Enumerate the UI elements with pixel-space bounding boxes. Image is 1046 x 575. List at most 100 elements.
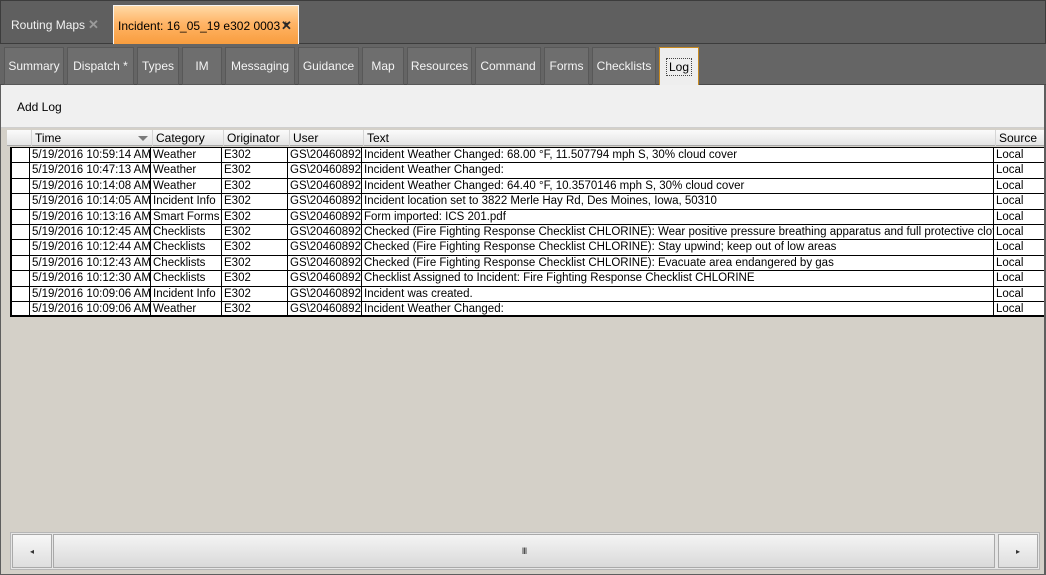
cell-time: 5/19/2016 10:13:16 AM: [29, 209, 150, 224]
tab-map[interactable]: Map: [362, 47, 404, 85]
tab-routing-maps[interactable]: Routing Maps ✕: [2, 6, 110, 44]
table-row[interactable]: 5/19/2016 10:12:30 AM Checklists E302 GS…: [12, 271, 1044, 287]
cell-time: 5/19/2016 10:47:13 AM: [29, 163, 150, 178]
column-header-originator[interactable]: Originator: [223, 130, 289, 146]
table-row[interactable]: 5/19/2016 10:14:08 AM Weather E302 GS\20…: [12, 178, 1044, 195]
cell-time: 5/19/2016 10:12:44 AM: [29, 240, 150, 255]
sort-descending-icon: [138, 136, 148, 141]
cell-user: GS\20460892: [287, 286, 361, 301]
cell-originator: E302: [221, 240, 287, 255]
table-row[interactable]: 5/19/2016 10:09:06 AM Weather E302 GS\20…: [12, 301, 1044, 318]
add-log-button[interactable]: Add Log: [17, 100, 62, 114]
cell-originator: E302: [221, 178, 287, 194]
grid-header: Time Category Originator User Text Sourc…: [7, 130, 1044, 146]
table-row[interactable]: 5/19/2016 10:12:44 AM Checklists E302 GS…: [12, 240, 1044, 256]
cell-text: Incident Weather Changed:: [361, 163, 993, 178]
cell-text: Checked (Fire Fighting Response Checklis…: [361, 224, 993, 240]
tab-label: Messaging: [230, 59, 290, 73]
cell-time: 5/19/2016 10:12:43 AM: [29, 255, 150, 271]
cell-text: Checked (Fire Fighting Response Checklis…: [361, 255, 993, 271]
tab-label: Forms: [549, 59, 584, 73]
tab-guidance[interactable]: Guidance: [298, 47, 359, 85]
tab-summary[interactable]: Summary: [4, 47, 64, 85]
close-icon[interactable]: ✕: [281, 18, 292, 34]
document-tab-bar: Routing Maps ✕ Incident: 16_05_19 e302 0…: [0, 0, 1046, 45]
cell-source: Local: [993, 286, 1044, 301]
scrollbar-thumb[interactable]: III: [53, 534, 995, 568]
cell-source: Local: [993, 148, 1044, 163]
cell-category: Weather: [150, 178, 221, 194]
table-row[interactable]: 5/19/2016 10:12:43 AM Checklists E302 GS…: [12, 255, 1044, 272]
tab-resources[interactable]: Resources: [407, 47, 472, 85]
cell-source: Local: [993, 255, 1044, 271]
cell-text: Checklist Assigned to Incident: Fire Fig…: [361, 271, 993, 286]
column-header-time[interactable]: Time: [31, 130, 152, 146]
tab-forms[interactable]: Forms: [544, 47, 589, 85]
cell-text: Incident location set to 3822 Merle Hay …: [361, 194, 993, 209]
cell-source: Local: [993, 271, 1044, 286]
cell-user: GS\20460892: [287, 209, 361, 224]
column-header-text[interactable]: Text: [363, 130, 995, 146]
cell-category: Checklists: [150, 240, 221, 255]
column-header-source[interactable]: Source: [995, 130, 1044, 146]
tab-im[interactable]: IM: [182, 47, 222, 85]
cell-originator: E302: [221, 224, 287, 240]
cell-source: Local: [993, 301, 1044, 316]
cell-text: Incident Weather Changed: 68.00 °F, 11.5…: [361, 148, 993, 163]
cell-time: 5/19/2016 10:12:30 AM: [29, 271, 150, 286]
tab-label: Map: [371, 59, 395, 73]
tab-log[interactable]: Log: [659, 47, 699, 86]
cell-source: Local: [993, 163, 1044, 178]
cell-source: Local: [993, 240, 1044, 255]
cell-originator: E302: [221, 271, 287, 286]
tab-command[interactable]: Command: [475, 47, 541, 85]
cell-category: Smart Forms: [150, 209, 221, 224]
tab-label: Resources: [410, 59, 469, 73]
scroll-left-button[interactable]: ◂: [12, 534, 52, 568]
tab-messaging[interactable]: Messaging: [225, 47, 295, 85]
grid-rows: 5/19/2016 10:59:14 AM Weather E302 GS\20…: [10, 147, 1044, 318]
column-header-user[interactable]: User: [289, 130, 363, 146]
cell-time: 5/19/2016 10:14:08 AM: [29, 178, 150, 194]
tab-label: Guidance: [302, 59, 355, 73]
cell-text: Form imported: ICS 201.pdf: [361, 209, 993, 224]
cell-category: Incident Info: [150, 286, 221, 301]
cell-user: GS\20460892: [287, 163, 361, 178]
cell-category: Weather: [150, 148, 221, 163]
cell-text: Incident was created.: [361, 286, 993, 301]
horizontal-scrollbar[interactable]: ◂ III ▸: [10, 532, 1040, 570]
table-row[interactable]: 5/19/2016 10:12:45 AM Checklists E302 GS…: [12, 224, 1044, 241]
scroll-right-button[interactable]: ▸: [998, 534, 1038, 568]
cell-text: Incident Weather Changed:: [361, 301, 993, 316]
column-header-category[interactable]: Category: [152, 130, 223, 146]
arrow-right-icon: ▸: [1015, 546, 1020, 556]
tab-incident[interactable]: Incident: 16_05_19 e302 0003 * ✕: [113, 5, 299, 45]
tab-label: Summary: [8, 59, 60, 73]
cell-originator: E302: [221, 255, 287, 271]
tab-checklists[interactable]: Checklists: [592, 47, 656, 85]
tab-label: Routing Maps: [11, 18, 86, 32]
cell-user: GS\20460892: [287, 255, 361, 271]
table-row[interactable]: 5/19/2016 10:47:13 AM Weather E302 GS\20…: [12, 163, 1044, 179]
cell-time: 5/19/2016 10:59:14 AM: [29, 148, 150, 163]
incident-sub-tab-bar: Summary Dispatch * Types IM Messaging Gu…: [0, 44, 1046, 86]
cell-user: GS\20460892: [287, 240, 361, 255]
tab-label: Incident: 16_05_19 e302 0003 *: [118, 18, 289, 33]
tab-dispatch[interactable]: Dispatch *: [67, 47, 134, 85]
cell-user: GS\20460892: [287, 148, 361, 163]
tab-types[interactable]: Types: [137, 47, 179, 85]
cell-category: Weather: [150, 163, 221, 178]
table-row[interactable]: 5/19/2016 10:09:06 AM Incident Info E302…: [12, 286, 1044, 302]
cell-originator: E302: [221, 163, 287, 178]
tab-label: IM: [195, 59, 209, 73]
cell-originator: E302: [221, 148, 287, 163]
close-icon[interactable]: ✕: [88, 17, 99, 33]
table-row[interactable]: 5/19/2016 10:59:14 AM Weather E302 GS\20…: [12, 148, 1044, 164]
cell-user: GS\20460892: [287, 224, 361, 240]
table-row[interactable]: 5/19/2016 10:14:05 AM Incident Info E302…: [12, 194, 1044, 210]
table-row[interactable]: 5/19/2016 10:13:16 AM Smart Forms E302 G…: [12, 209, 1044, 225]
cell-originator: E302: [221, 301, 287, 316]
tab-label: Log: [665, 57, 693, 76]
tab-label: Dispatch *: [73, 59, 128, 73]
cell-category: Checklists: [150, 255, 221, 271]
